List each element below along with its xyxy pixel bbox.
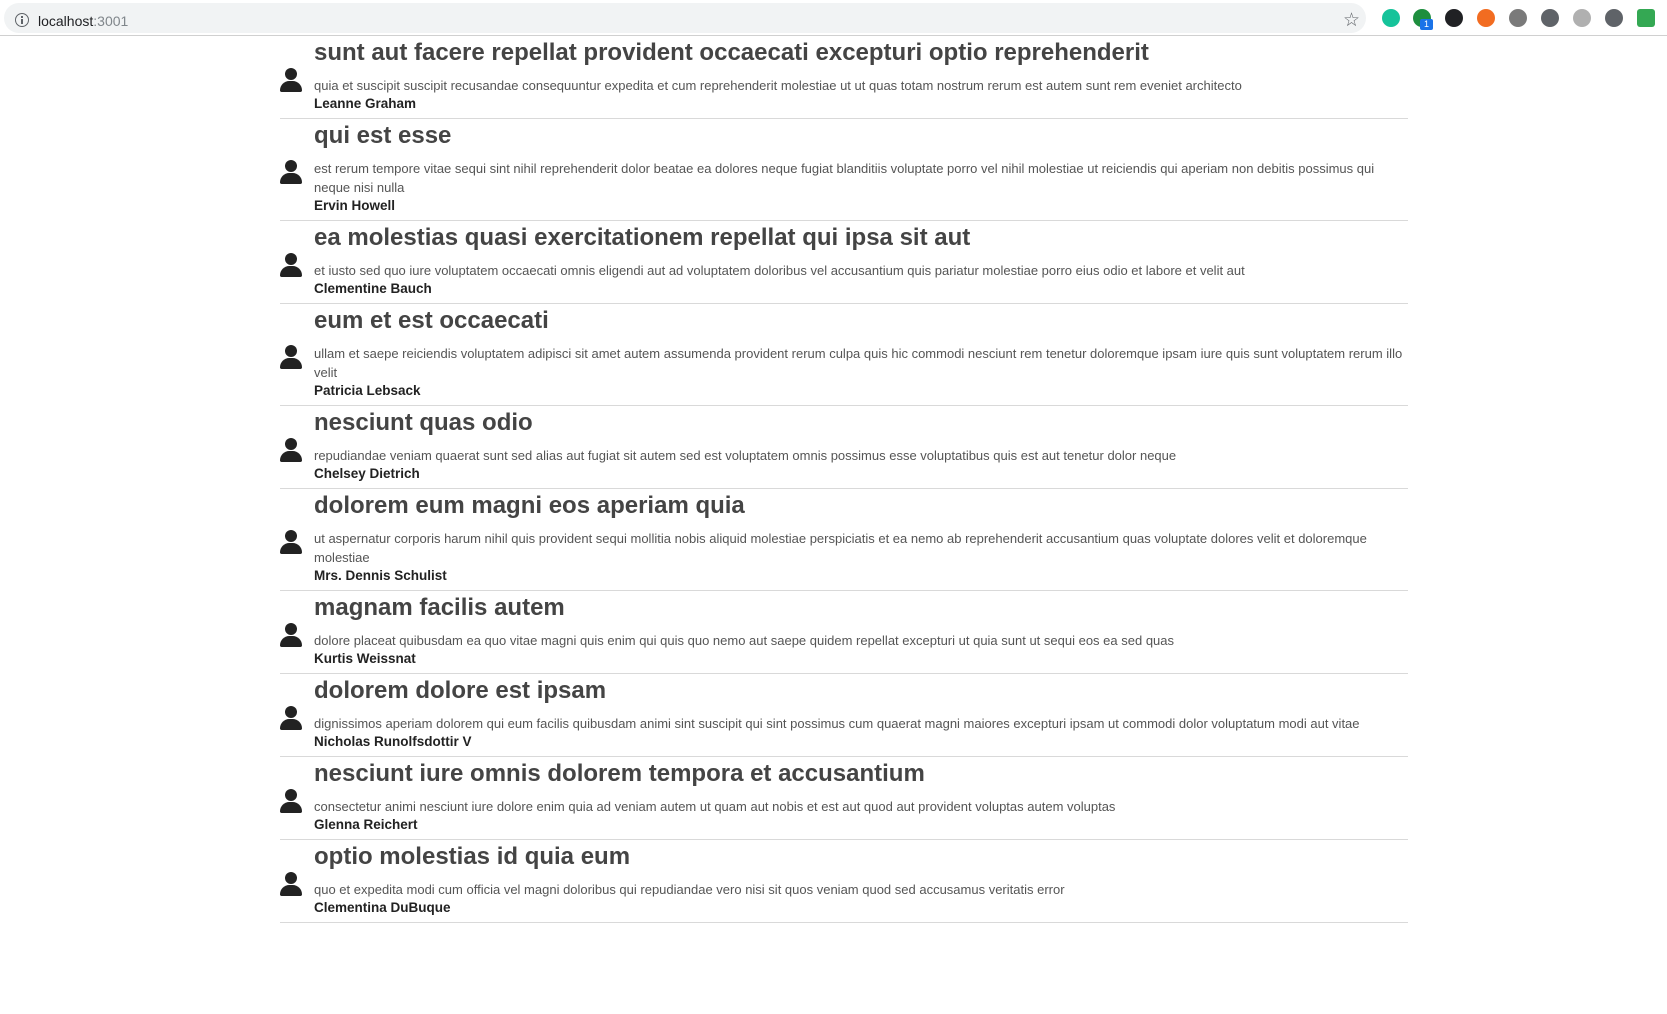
address-bar[interactable]: localhost:3001 ☆: [4, 3, 1366, 33]
bookmark-star-icon[interactable]: ☆: [1343, 9, 1360, 33]
user-avatar-icon: [280, 789, 302, 813]
shield-extension-icon[interactable]: [1541, 9, 1559, 27]
post-item: qui est esse est rerum tempore vitae sequ…: [280, 119, 1408, 221]
post-title: nesciunt iure omnis dolorem tempora et a…: [314, 760, 925, 787]
browser-toolbar: localhost:3001 ☆ 1: [0, 0, 1667, 36]
post-body: repudiandae veniam quaerat sunt sed alia…: [314, 448, 1177, 463]
post-item: optio molestias id quia eum quo et expedi…: [280, 840, 1408, 923]
post-title: ea molestias quasi exercitationem repell…: [314, 224, 971, 251]
post-body: et iusto sed quo iure voluptatem occaeca…: [314, 263, 1245, 278]
post-item: ea molestias quasi exercitationem repell…: [280, 221, 1408, 304]
post-item: dolorem dolore est ipsam dignissimos aper…: [280, 674, 1408, 757]
post-title: dolorem dolore est ipsam: [314, 677, 607, 704]
post-body: dolore placeat quibusdam ea quo vitae ma…: [314, 633, 1175, 648]
post-title: magnam facilis autem: [314, 594, 565, 621]
post-author: Chelsey Dietrich: [314, 466, 420, 481]
url-host: localhost: [38, 13, 94, 29]
post-author: Clementine Bauch: [314, 281, 432, 296]
user-avatar-icon: [280, 160, 302, 184]
user-avatar-icon: [280, 438, 302, 462]
post-item: nesciunt iure omnis dolorem tempora et a…: [280, 757, 1408, 840]
post-item: dolorem eum magni eos aperiam quia ut asp…: [280, 489, 1408, 591]
post-item: eum et est occaecati ullam et saepe reici…: [280, 304, 1408, 406]
dark-circle-extension-icon[interactable]: [1445, 9, 1463, 27]
post-author: Glenna Reichert: [314, 817, 418, 832]
user-avatar-icon: [280, 872, 302, 896]
post-author: Leanne Graham: [314, 96, 417, 111]
orange-extension-icon[interactable]: [1477, 9, 1495, 27]
url-port: :3001: [93, 13, 129, 29]
post-body: est rerum tempore vitae sequi sint nihil…: [314, 161, 1375, 195]
user-avatar-icon: [280, 530, 302, 554]
info-icon[interactable]: [15, 13, 29, 27]
post-author: Patricia Lebsack: [314, 383, 421, 398]
url-text[interactable]: localhost:3001: [38, 12, 128, 30]
post-body: quo et expedita modi cum officia vel mag…: [314, 882, 1065, 897]
post-body: dignissimos aperiam dolorem qui eum faci…: [314, 716, 1360, 731]
grey-circle-extension-icon[interactable]: [1573, 9, 1591, 27]
user-avatar-icon: [280, 706, 302, 730]
user-avatar-icon: [280, 68, 302, 92]
post-feed: sunt aut facere repellat provident occae…: [280, 36, 1408, 923]
post-title: dolorem eum magni eos aperiam quia: [314, 492, 745, 519]
post-author: Nicholas Runolfsdottir V: [314, 734, 472, 749]
post-title: qui est esse: [314, 122, 452, 149]
user-avatar-icon: [280, 253, 302, 277]
post-author: Clementina DuBuque: [314, 900, 451, 915]
green-square-extension-icon[interactable]: [1637, 9, 1655, 27]
eyedropper-extension-icon[interactable]: [1605, 9, 1623, 27]
post-author: Mrs. Dennis Schulist: [314, 568, 447, 583]
post-item: sunt aut facere repellat provident occae…: [280, 36, 1408, 119]
user-avatar-icon: [280, 345, 302, 369]
camera-extension-icon[interactable]: [1509, 9, 1527, 27]
post-title: optio molestias id quia eum: [314, 843, 631, 870]
post-author: Ervin Howell: [314, 198, 396, 213]
post-body: quia et suscipit suscipit recusandae con…: [314, 78, 1242, 93]
post-item: nesciunt quas odio repudiandae veniam qua…: [280, 406, 1408, 489]
post-body: ullam et saepe reiciendis voluptatem adi…: [314, 346, 1403, 380]
post-author: Kurtis Weissnat: [314, 651, 416, 666]
post-title: eum et est occaecati: [314, 307, 549, 334]
post-body: consectetur animi nesciunt iure dolore e…: [314, 799, 1116, 814]
grammarly-extension-icon[interactable]: [1382, 9, 1400, 27]
user-avatar-icon: [280, 623, 302, 647]
post-body: ut aspernatur corporis harum nihil quis …: [314, 531, 1367, 565]
extension-badge: 1: [1420, 19, 1433, 30]
post-title: nesciunt quas odio: [314, 409, 533, 436]
post-item: magnam facilis autem dolore placeat quibu…: [280, 591, 1408, 674]
post-title: sunt aut facere repellat provident occae…: [314, 39, 1149, 66]
